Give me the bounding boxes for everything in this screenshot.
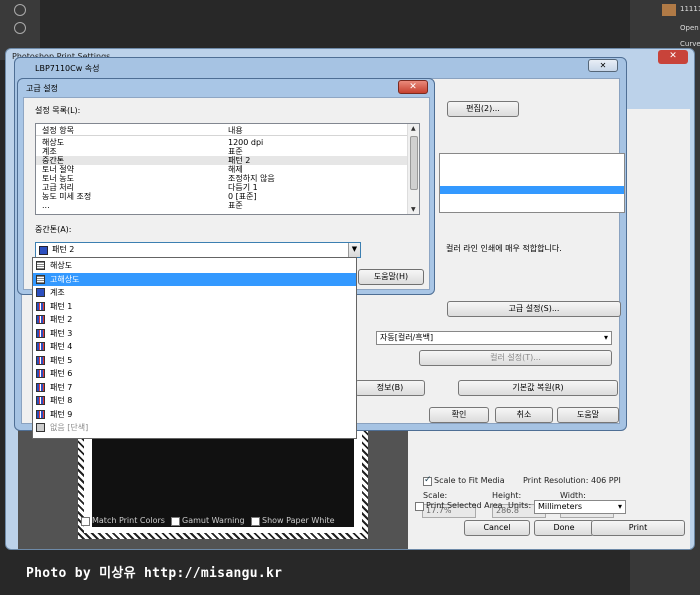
pattern-icon: [36, 355, 45, 365]
dropdown-option[interactable]: 패턴 3: [33, 327, 356, 341]
advanced-settings-button[interactable]: 고급 설정(S)...: [447, 301, 621, 317]
scroll-up-icon[interactable]: ▲: [411, 125, 416, 132]
gamut-warning-checkbox[interactable]: [171, 517, 180, 526]
table-row[interactable]: 농도 미세 조정 0 [표준]: [36, 192, 408, 201]
lasso-tool-icon[interactable]: [14, 4, 26, 16]
advanced-settings-title: 고급 설정: [26, 84, 58, 93]
print-selected-area-checkbox[interactable]: [415, 502, 424, 511]
profile-description: 컬러 라인 인쇄에 매우 적합합니다.: [446, 244, 562, 253]
table-row[interactable]: ... 표준: [36, 201, 408, 210]
units-select[interactable]: Millimeters: [534, 500, 626, 514]
edit-button[interactable]: 편집(2)...: [447, 101, 519, 117]
halftone-select[interactable]: 패턴 2 ▼: [35, 242, 361, 258]
halftone-dropdown-list[interactable]: 해상도 고해상도 계조 패턴 1 패턴 2 패턴 3 패턴 4 패턴 5 패턴 …: [32, 257, 357, 439]
gradation-icon: [36, 288, 45, 297]
photo-watermark: Photo by 미상유 http://misangu.kr: [26, 566, 283, 581]
restore-defaults-button[interactable]: 기본값 복원(R): [458, 380, 618, 396]
none-icon: [36, 423, 45, 432]
ok-button[interactable]: 확인: [429, 407, 489, 423]
print-button[interactable]: Print: [591, 520, 685, 536]
dropdown-option-selected[interactable]: 고해상도: [33, 272, 356, 286]
preview-image: [92, 425, 354, 527]
settings-list-label: 설정 목록(L):: [35, 106, 81, 115]
dropdown-option[interactable]: 패턴 8: [33, 394, 356, 408]
pattern-icon: [36, 301, 45, 311]
cancel-button[interactable]: Cancel: [464, 520, 530, 536]
profile-list-selected[interactable]: [440, 186, 624, 194]
color-settings-button[interactable]: 컬러 설정(T)...: [419, 350, 612, 366]
resolution-icon: [36, 261, 45, 270]
dropdown-option[interactable]: 패턴 6: [33, 367, 356, 381]
advanced-close-button[interactable]: ✕: [398, 80, 428, 94]
pattern-icon: [36, 328, 45, 338]
resolution-icon: [36, 274, 45, 284]
scale-to-fit-checkbox[interactable]: [423, 475, 432, 486]
dropdown-option[interactable]: 패턴 9: [33, 408, 356, 422]
scroll-down-icon[interactable]: ▼: [411, 206, 416, 213]
dropdown-option[interactable]: 없음 [단색]: [33, 421, 356, 435]
pattern-icon: [36, 396, 45, 405]
settings-table-header: 설정 항목 내용: [36, 124, 408, 136]
settings-table[interactable]: 설정 항목 내용 해상도 1200 dpi 계조 표준 중간톤 패턴 2 토너 절약 해…: [35, 123, 420, 215]
history-open[interactable]: Open: [638, 24, 699, 38]
cancel-button-lbp[interactable]: 취소: [495, 407, 553, 423]
dropdown-option[interactable]: 해상도: [33, 259, 356, 273]
profile-list[interactable]: [439, 153, 625, 213]
pattern-icon: [36, 342, 45, 351]
show-paper-white-checkbox[interactable]: [251, 517, 260, 526]
scroll-thumb[interactable]: [410, 136, 418, 190]
dropdown-option[interactable]: 패턴 5: [33, 354, 356, 368]
layer-thumbnail: [662, 4, 676, 16]
dropdown-option[interactable]: 패턴 7: [33, 381, 356, 395]
pattern-icon: [36, 382, 45, 392]
printer-close-button[interactable]: ✕: [588, 59, 618, 72]
done-button[interactable]: Done: [534, 520, 594, 536]
match-print-colors-checkbox[interactable]: [81, 517, 90, 526]
table-row[interactable]: 해상도 1200 dpi: [36, 138, 408, 147]
table-row[interactable]: 고급 처리 다듬기 1: [36, 183, 408, 192]
ellipse-tool-icon[interactable]: [14, 22, 26, 34]
printer-properties-title: LBP7110Cw 속성: [35, 64, 100, 73]
dropdown-option[interactable]: 패턴 2: [33, 313, 356, 327]
table-row[interactable]: 토너 농도 조정하지 않음: [36, 174, 408, 183]
print-close-button[interactable]: ✕: [658, 50, 688, 64]
halftone-label: 중간톤(A):: [35, 225, 72, 234]
table-row[interactable]: 중간톤 패턴 2: [36, 156, 408, 165]
help-button[interactable]: 도움말(H): [358, 269, 424, 285]
table-row[interactable]: 토너 절약 해제: [36, 165, 408, 174]
dropdown-option[interactable]: 패턴 4: [33, 340, 356, 354]
help-button-lbp[interactable]: 도움말: [557, 407, 619, 423]
pattern-icon: [36, 409, 45, 419]
dropdown-option[interactable]: 계조: [33, 286, 356, 300]
chevron-down-icon[interactable]: ▼: [348, 243, 360, 257]
layer-row[interactable]: 1111120...: [638, 2, 700, 16]
table-row[interactable]: 계조 표준: [36, 147, 408, 156]
pattern-icon: [36, 369, 45, 378]
print-resolution: Print Resolution: 406 PPI: [523, 476, 621, 485]
color-mode-select[interactable]: 자동[컬러/흑백]: [376, 331, 612, 345]
dropdown-option[interactable]: 패턴 1: [33, 300, 356, 314]
pattern-icon: [36, 315, 45, 324]
pattern-icon: [39, 246, 48, 255]
settings-scrollbar[interactable]: ▲ ▼: [407, 124, 419, 214]
info-button[interactable]: 정보(B): [355, 380, 425, 396]
